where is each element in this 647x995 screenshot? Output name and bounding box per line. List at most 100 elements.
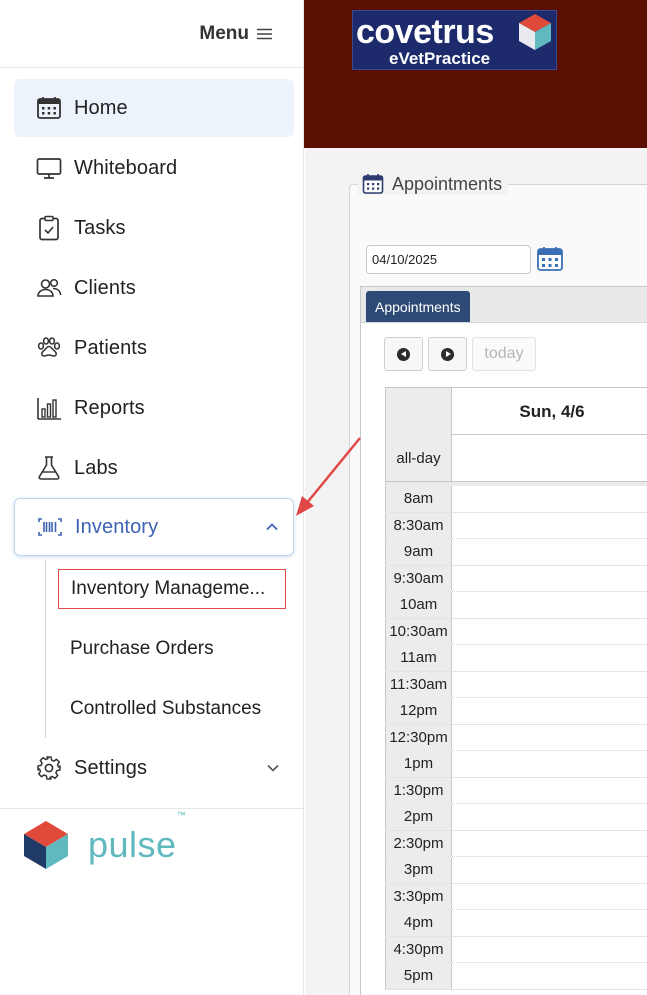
sidebar-item-home[interactable]: Home (14, 79, 294, 137)
time-slot-row[interactable]: 1:30pm (385, 777, 647, 804)
sidebar-item-whiteboard[interactable]: Whiteboard (14, 139, 294, 197)
time-slot-row[interactable]: 12:30pm (385, 724, 647, 751)
time-slot-row[interactable]: 3:30pm (385, 883, 647, 910)
covetrus-mark-icon (519, 14, 551, 50)
allday-label: all-day (385, 435, 452, 481)
time-slot-row[interactable]: 9:30am (385, 565, 647, 592)
menu-toggle-button[interactable]: Menu (0, 0, 304, 68)
time-label: 8:30am (385, 512, 452, 538)
sidebar-item-clients[interactable]: Clients (14, 259, 294, 317)
time-slot-row[interactable]: 11:30am (385, 671, 647, 698)
calendar-icon (362, 174, 384, 194)
sidebar-item-label: Inventory (75, 515, 159, 538)
time-label: 1pm (385, 751, 452, 777)
brand-subtitle: eVetPractice (389, 49, 491, 68)
time-slot-row[interactable]: 12pm (385, 698, 647, 725)
app-header: covetrus eVetPractice (304, 0, 647, 148)
time-label: 4:30pm (385, 936, 452, 962)
subitem-inventory-management[interactable]: Inventory Manageme... (58, 569, 286, 609)
time-slot-row[interactable]: 8am (385, 486, 647, 513)
arrow-right-icon (441, 347, 454, 361)
time-slot-row[interactable]: 4pm (385, 910, 647, 937)
sidebar: Menu Home Whiteboard Tasks Clients Patie (0, 0, 304, 995)
sidebar-item-label: Settings (74, 756, 148, 779)
time-slot-row[interactable]: 8:30am (385, 512, 647, 539)
subnav-divider (45, 560, 46, 738)
date-picker-icon[interactable] (536, 245, 564, 273)
time-label: 9am (385, 539, 452, 565)
time-label: 10:30am (385, 618, 452, 644)
subitem-controlled-substances[interactable]: Controlled Substances (58, 689, 286, 729)
paw-icon (36, 335, 62, 361)
pulse-logo-mark-icon (24, 821, 68, 869)
calendar-icon (36, 95, 62, 121)
menu-label: Menu (199, 22, 249, 44)
brand-name: covetrus (356, 13, 494, 51)
time-label: 1:30pm (385, 777, 452, 803)
time-label: 8am (385, 486, 452, 512)
tab-appointments[interactable]: Appointments (366, 291, 470, 322)
bar-chart-icon (36, 395, 62, 421)
subitem-label: Purchase Orders (70, 638, 214, 659)
sidebar-item-tasks[interactable]: Tasks (14, 199, 294, 257)
sidebar-item-label: Reports (74, 396, 145, 419)
time-slot-row[interactable]: 1pm (385, 751, 647, 778)
subitem-label: Controlled Substances (70, 698, 262, 719)
pulse-logo: pulse™ (22, 810, 187, 870)
gear-icon (36, 755, 62, 781)
time-label: 3pm (385, 857, 452, 883)
grid-header: Sun, 4/6 (385, 387, 647, 435)
time-label: 12pm (385, 698, 452, 724)
time-label: 10am (385, 592, 452, 618)
time-slot-row[interactable]: 10am (385, 592, 647, 619)
panel-title: Appointments (392, 173, 503, 194)
time-label: 2:30pm (385, 830, 452, 856)
allday-row[interactable]: all-day (385, 435, 647, 482)
time-label: 3:30pm (385, 883, 452, 909)
sidebar-item-label: Home (74, 96, 128, 119)
today-button[interactable]: today (472, 337, 536, 371)
grid-corner (385, 388, 452, 435)
sidebar-item-label: Whiteboard (74, 156, 178, 179)
time-label: 5pm (385, 963, 452, 989)
arrow-left-icon (397, 347, 410, 361)
sidebar-item-label: Clients (74, 276, 136, 299)
day-header: Sun, 4/6 (519, 401, 585, 421)
pulse-wordmark: pulse™ (88, 810, 187, 865)
next-button[interactable] (428, 337, 467, 371)
time-label: 11am (385, 645, 452, 671)
chevron-up-icon (266, 523, 278, 531)
main-content: Appointments Appointments today Sun, 4/6 (305, 148, 647, 995)
sidebar-divider (0, 808, 304, 809)
subitem-purchase-orders[interactable]: Purchase Orders (58, 629, 286, 669)
flask-icon (36, 455, 62, 481)
time-slot-row[interactable]: 5pm (385, 963, 647, 990)
time-label: 4pm (385, 910, 452, 936)
sidebar-item-label: Tasks (74, 216, 126, 239)
time-slot-row[interactable]: 2pm (385, 804, 647, 831)
sidebar-item-label: Patients (74, 336, 148, 359)
sidebar-item-settings[interactable]: Settings (14, 739, 294, 797)
time-slot-row[interactable]: 9am (385, 539, 647, 566)
time-label: 12:30pm (385, 724, 452, 750)
sidebar-item-label: Labs (74, 456, 118, 479)
monitor-icon (36, 155, 62, 181)
calendar-tabbar: Appointments (361, 287, 647, 323)
time-slots: 8am 8:30am 9am 9:30am 10am 10:30am 11am 11:30am… (385, 486, 647, 990)
time-slot-row[interactable]: 10:30am (385, 618, 647, 645)
time-label: 11:30am (385, 671, 452, 697)
time-slot-row[interactable]: 4:30pm (385, 936, 647, 963)
time-label: 2pm (385, 804, 452, 830)
time-slot-row[interactable]: 3pm (385, 857, 647, 884)
prev-button[interactable] (384, 337, 423, 371)
chevron-down-icon (267, 764, 279, 772)
sidebar-item-labs[interactable]: Labs (14, 439, 294, 497)
time-slot-row[interactable]: 11am (385, 645, 647, 672)
sidebar-item-reports[interactable]: Reports (14, 379, 294, 437)
calendar-widget: Appointments today Sun, 4/6 all-day 8am 8… (360, 286, 647, 995)
clipboard-icon (36, 215, 62, 241)
time-slot-row[interactable]: 2:30pm (385, 830, 647, 857)
sidebar-item-inventory[interactable]: Inventory (14, 498, 294, 556)
sidebar-item-patients[interactable]: Patients (14, 319, 294, 377)
date-input[interactable] (366, 245, 531, 274)
